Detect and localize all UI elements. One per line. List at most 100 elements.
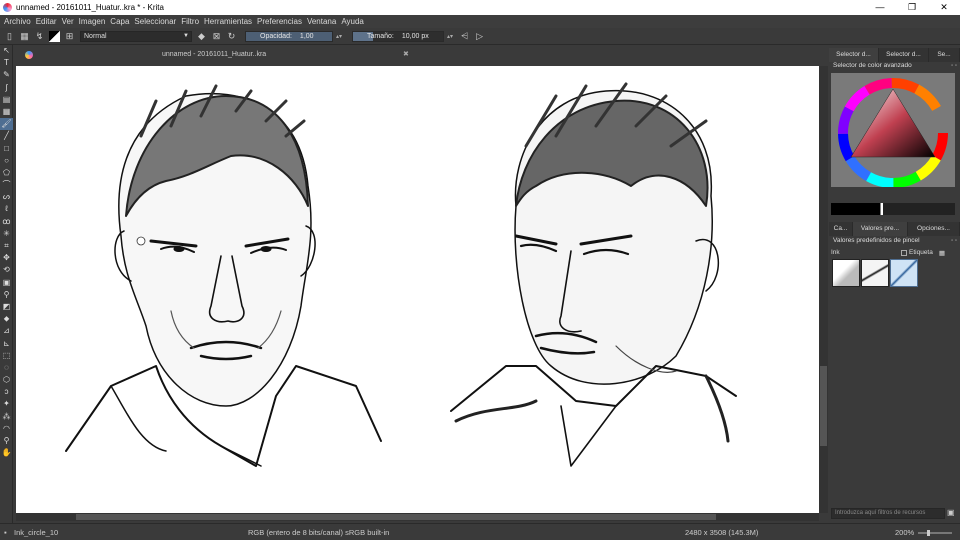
menu-preferencias[interactable]: Preferencias — [257, 17, 302, 26]
preset-ink-circle[interactable] — [890, 259, 918, 287]
blend-mode-select[interactable]: Normal ▼ — [80, 30, 192, 42]
rectangle-tool-icon[interactable]: □ — [0, 143, 13, 155]
menu-herramientas[interactable]: Herramientas — [204, 17, 252, 26]
horizontal-scroll-thumb[interactable] — [76, 514, 716, 520]
ellipse-select-icon[interactable]: ◌ — [0, 362, 13, 374]
preset-view-icon[interactable]: ▦ — [939, 249, 945, 257]
menu-capa[interactable]: Capa — [110, 17, 129, 26]
fill-tool-icon[interactable]: ▣ — [0, 277, 13, 289]
transform-tool-icon[interactable]: ⟲ — [0, 264, 13, 276]
smart-patch-icon[interactable]: ⬥ — [0, 313, 13, 325]
menu-editar[interactable]: Editar — [36, 17, 57, 26]
tab-tool-options[interactable]: Opciones... — [908, 222, 960, 236]
eraser-icon[interactable]: ◆ — [196, 31, 207, 42]
freehand-brush-icon[interactable]: 🖌 — [0, 118, 13, 131]
menu-seleccionar[interactable]: Seleccionar — [134, 17, 176, 26]
zoom-tool-icon[interactable]: ⚲ — [0, 435, 13, 447]
swap-colors-icon[interactable]: ↯ — [34, 31, 45, 42]
polygon-select-icon[interactable]: ⬡ — [0, 374, 13, 386]
contiguous-select-icon[interactable]: ✦ — [0, 398, 13, 410]
polyline-tool-icon[interactable]: ⌒ — [0, 179, 13, 191]
text-tool-icon[interactable]: T — [0, 57, 13, 69]
tab-brush-presets[interactable]: Valores pre... — [853, 222, 908, 236]
freehand-path-icon[interactable]: ℓ — [0, 203, 13, 215]
bezier-tool-icon[interactable]: ᔕ — [0, 191, 13, 203]
menu-imagen[interactable]: Imagen — [79, 17, 106, 26]
new-document-icon[interactable]: ▯ — [4, 31, 15, 42]
presets-panel-title: Valores predefinidos de pincel — [833, 237, 920, 244]
foreground-background-color-icon[interactable] — [49, 30, 60, 42]
opacity-spin-icon[interactable]: ▴▾ — [336, 33, 342, 40]
menu-ventana[interactable]: Ventana — [307, 17, 336, 26]
brush-presets-icon[interactable]: ⊞ — [64, 31, 75, 42]
color-picker-icon[interactable]: ⚲ — [0, 289, 13, 301]
save-filter-icon[interactable]: ▣ — [947, 508, 955, 517]
minimize-button[interactable]: — — [864, 0, 896, 15]
resource-filter-input[interactable]: Introduzca aquí filtros de recursos — [831, 508, 945, 519]
crop-tool-icon[interactable]: ⌗ — [0, 240, 13, 252]
edit-shapes-icon[interactable]: ✎ — [0, 69, 13, 81]
vertical-scroll-thumb[interactable] — [820, 366, 827, 446]
dynamic-brush-icon[interactable]: ꝏ — [0, 216, 13, 228]
pattern-edit-icon[interactable]: ▦ — [0, 106, 13, 118]
preserve-alpha-icon[interactable]: ⊠ — [211, 31, 222, 42]
calligraphy-icon[interactable]: ∫ — [0, 82, 13, 94]
title-bar: unnamed - 20161011_Huatur..kra * - Krita… — [0, 0, 960, 15]
gradient-icon[interactable]: ▤ — [0, 94, 13, 106]
freehand-select-icon[interactable]: ↄ — [0, 386, 13, 398]
color-history-strip[interactable] — [831, 203, 955, 215]
right-portrait-sketch — [450, 82, 737, 467]
size-spin-icon[interactable]: ▴▾ — [447, 33, 453, 40]
vertical-scrollbar[interactable] — [819, 66, 828, 513]
tab-selector-3[interactable]: Se... — [929, 48, 960, 62]
mirror-horizontal-icon[interactable]: ⩤ — [459, 31, 470, 42]
menu-ver[interactable]: Ver — [62, 17, 74, 26]
tag-checkbox-icon[interactable] — [901, 249, 907, 256]
ellipse-tool-icon[interactable]: ○ — [0, 155, 13, 167]
reload-preset-icon[interactable]: ↻ — [226, 31, 237, 42]
drawing-canvas[interactable] — [16, 66, 819, 513]
pan-tool-icon[interactable]: ✋ — [0, 447, 13, 459]
close-button[interactable]: ✕ — [928, 0, 960, 15]
measure-tool-icon[interactable]: ⊾ — [0, 338, 13, 350]
presets-float-close-icon[interactable]: ▫ ▫ — [951, 236, 957, 246]
preset-grid — [832, 259, 919, 287]
colorize-mask-icon[interactable]: ◩ — [0, 301, 13, 313]
tab-color-selector-1[interactable]: Selector d... — [829, 48, 879, 62]
move-tool-icon[interactable]: ✥ — [0, 252, 13, 264]
menu-filtro[interactable]: Filtro — [181, 17, 199, 26]
horizontal-scrollbar[interactable] — [16, 513, 819, 521]
multibrush-icon[interactable]: ✳ — [0, 228, 13, 240]
preset-ink-pen[interactable] — [861, 259, 889, 287]
assistant-tool-icon[interactable]: ⊿ — [0, 325, 13, 337]
tab-layers[interactable]: Ca... — [829, 222, 853, 236]
preset-filter-select[interactable]: Ink — [831, 249, 901, 256]
blend-mode-value: Normal — [84, 32, 107, 40]
pattern-icon[interactable]: ▦ — [19, 31, 30, 42]
similar-select-icon[interactable]: ⁂ — [0, 411, 13, 423]
left-portrait-sketch — [65, 84, 382, 467]
panel-float-close-icon[interactable]: ▫ ▫ — [951, 61, 957, 71]
line-tool-icon[interactable]: ╱ — [0, 130, 13, 142]
menu-archivo[interactable]: Archivo — [4, 17, 31, 26]
color-wheel[interactable] — [831, 73, 955, 187]
sketch-artwork — [65, 82, 737, 467]
zoom-slider[interactable] — [918, 530, 952, 536]
top-dock-tabs: Selector d... Selector d... Se... — [829, 48, 960, 62]
mirror-vertical-icon[interactable]: ▷ — [474, 31, 485, 42]
polygon-tool-icon[interactable]: ⬠ — [0, 167, 13, 179]
rect-select-icon[interactable]: ⬚ — [0, 350, 13, 362]
menu-ayuda[interactable]: Ayuda — [341, 17, 364, 26]
size-slider[interactable]: Tamaño: 10,00 px — [352, 30, 445, 42]
status-zoom[interactable]: 200% — [895, 528, 914, 537]
document-tab[interactable]: unnamed - 20161011_Huatur..kra — [162, 51, 266, 58]
maximize-button[interactable]: ❐ — [896, 0, 928, 15]
select-shapes-icon[interactable]: ↖ — [0, 45, 13, 57]
size-value: 10,00 px — [401, 32, 429, 40]
preset-eraser[interactable] — [832, 259, 860, 287]
tab-color-selector-2[interactable]: Selector d... — [879, 48, 929, 62]
close-tab-icon[interactable]: ✖ — [403, 50, 409, 58]
bezier-select-icon[interactable]: ◠ — [0, 423, 13, 435]
color-panel-title: Selector de color avanzado — [833, 62, 912, 69]
opacity-slider[interactable]: Opacidad: 1,00 — [245, 30, 333, 42]
